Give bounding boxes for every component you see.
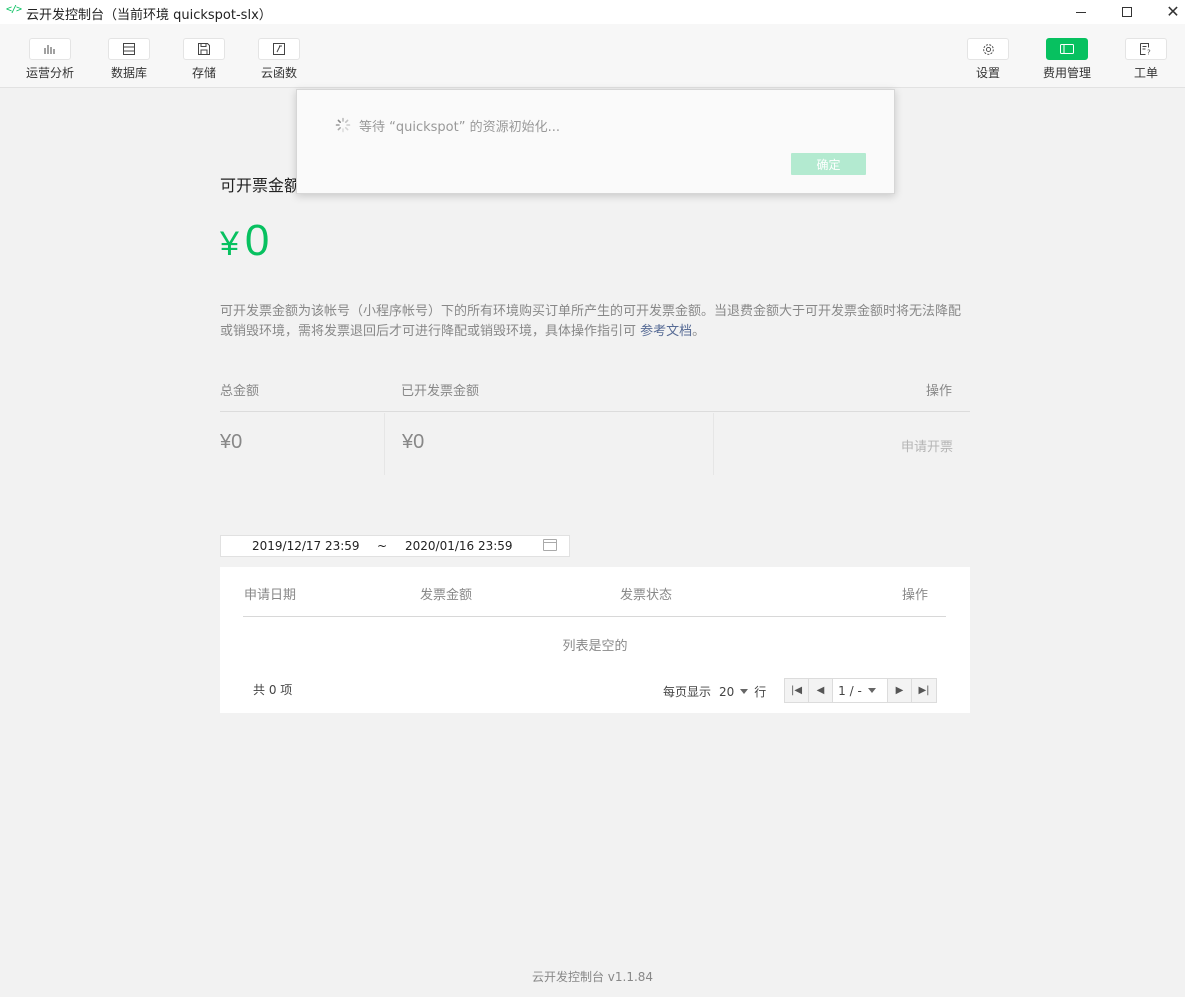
column-divider bbox=[713, 413, 714, 475]
first-page-icon: |◀ bbox=[790, 685, 803, 696]
pagination: |◀ ◀ 1 / - ▶ ▶| bbox=[784, 678, 937, 703]
description-end: 。 bbox=[692, 324, 706, 339]
ticket-icon: ? bbox=[1125, 38, 1167, 60]
storage-icon bbox=[183, 38, 225, 60]
page-size-value[interactable]: 20 bbox=[719, 685, 734, 699]
first-page-button[interactable]: |◀ bbox=[785, 679, 809, 702]
prev-page-icon: ◀ bbox=[816, 685, 825, 696]
invoice-title: 可开票金额 bbox=[220, 176, 301, 195]
empty-list-text: 列表是空的 bbox=[562, 639, 628, 654]
close-button[interactable]: ✕ bbox=[1150, 0, 1185, 24]
app-icon: </> bbox=[6, 4, 22, 15]
column-divider bbox=[384, 413, 385, 475]
billing-icon bbox=[1046, 38, 1088, 60]
init-dialog: 等待 “quickspot” 的资源初始化... 确定 bbox=[296, 89, 895, 194]
last-page-icon: ▶| bbox=[918, 685, 930, 696]
toolbar-label: 运营分析 bbox=[25, 66, 74, 80]
next-page-button[interactable]: ▶ bbox=[888, 679, 912, 702]
currency-symbol: ¥ bbox=[220, 225, 239, 263]
date-range-picker[interactable]: 2019/12/17 23:59 ~ 2020/01/16 23:59 bbox=[220, 535, 570, 557]
version-footer: 云开发控制台 v1.1.84 bbox=[531, 970, 654, 984]
invoice-list-card: 申请日期 发票金额 发票状态 操作 列表是空的 共 0 项 每页显示 20 行 … bbox=[220, 567, 970, 713]
table-header: 申请日期 发票金额 发票状态 操作 bbox=[243, 567, 946, 617]
summary-header: 总金额 已开发票金额 操作 bbox=[220, 378, 970, 412]
header-status: 发票状态 bbox=[620, 588, 673, 603]
toolbar-label: 云函数 bbox=[260, 66, 297, 80]
close-icon: ✕ bbox=[1166, 2, 1180, 21]
summary-row: ¥0 ¥0 申请开票 bbox=[220, 413, 970, 475]
function-icon bbox=[258, 38, 300, 60]
toolbar-item-database[interactable]: 数据库 bbox=[94, 38, 164, 81]
confirm-button[interactable]: 确定 bbox=[791, 153, 866, 175]
total-count: 共 0 项 bbox=[253, 683, 293, 697]
header-amount: 发票金额 bbox=[420, 588, 473, 603]
maximize-button[interactable] bbox=[1104, 0, 1150, 24]
doc-link[interactable]: 参考文档 bbox=[640, 324, 692, 339]
toolbar-item-analytics[interactable]: 运营分析 bbox=[15, 38, 85, 81]
toolbar-item-cloud-function[interactable]: 云函数 bbox=[244, 38, 314, 81]
header-total: 总金额 bbox=[220, 384, 260, 399]
toolbar-item-storage[interactable]: 存储 bbox=[169, 38, 239, 81]
maximize-icon bbox=[1122, 7, 1132, 17]
bar-chart-icon bbox=[29, 38, 71, 60]
page-number: 1 / - bbox=[838, 683, 862, 698]
rows-label: 行 bbox=[754, 685, 767, 699]
database-icon bbox=[108, 38, 150, 60]
header-action: 操作 bbox=[902, 588, 929, 603]
invoiceable-amount: ¥0 bbox=[220, 216, 269, 266]
toolbar-label: 数据库 bbox=[110, 66, 147, 80]
toolbar-item-billing[interactable]: 费用管理 bbox=[1032, 38, 1102, 81]
start-date[interactable]: 2019/12/17 23:59 bbox=[252, 539, 360, 553]
toolbar-label: 工单 bbox=[1133, 66, 1158, 80]
invoice-description: 可开发票金额为该帐号（小程序帐号）下的所有环境购买订单所产生的可开发票金额。当退… bbox=[220, 302, 970, 342]
page-size-selector: 每页显示 20 行 bbox=[663, 683, 766, 700]
total-amount: ¥0 bbox=[220, 431, 243, 453]
svg-text:?: ? bbox=[1147, 49, 1151, 56]
apply-invoice-button[interactable]: 申请开票 bbox=[901, 436, 953, 455]
header-issued: 已开发票金额 bbox=[401, 384, 480, 399]
minimize-button[interactable] bbox=[1058, 0, 1104, 24]
issued-amount: ¥0 bbox=[402, 431, 425, 453]
end-date[interactable]: 2020/01/16 23:59 bbox=[405, 539, 513, 553]
description-text: 可开发票金额为该帐号（小程序帐号）下的所有环境购买订单所产生的可开发票金额。当退… bbox=[220, 304, 962, 339]
header-action: 操作 bbox=[926, 384, 953, 399]
toolbar-item-ticket[interactable]: ? 工单 bbox=[1111, 38, 1181, 81]
toolbar-label: 设置 bbox=[975, 66, 1000, 80]
loading-spinner-icon bbox=[335, 117, 351, 133]
toolbar: 运营分析 数据库 存储 云函数 设置 费用管理 ? 工单 bbox=[0, 24, 1185, 88]
chevron-down-icon[interactable] bbox=[740, 689, 749, 694]
toolbar-item-settings[interactable]: 设置 bbox=[953, 38, 1023, 81]
window-title: 云开发控制台（当前环境 quickspot-slx） bbox=[26, 8, 272, 23]
dialog-message: 等待 “quickspot” 的资源初始化... bbox=[359, 120, 560, 135]
prev-page-button[interactable]: ◀ bbox=[809, 679, 833, 702]
amount-value: 0 bbox=[244, 216, 270, 265]
minimize-icon bbox=[1076, 11, 1086, 13]
toolbar-label: 存储 bbox=[191, 66, 216, 80]
per-page-label: 每页显示 bbox=[663, 685, 712, 699]
next-page-icon: ▶ bbox=[895, 685, 904, 696]
page-indicator[interactable]: 1 / - bbox=[833, 679, 888, 702]
calendar-icon[interactable] bbox=[543, 539, 557, 551]
gear-icon bbox=[967, 38, 1009, 60]
range-separator: ~ bbox=[377, 539, 388, 553]
header-date: 申请日期 bbox=[244, 588, 297, 603]
toolbar-label: 费用管理 bbox=[1042, 66, 1091, 80]
chevron-down-icon bbox=[867, 688, 876, 693]
last-page-button[interactable]: ▶| bbox=[912, 679, 936, 702]
title-bar: </> 云开发控制台（当前环境 quickspot-slx） ✕ bbox=[0, 0, 1185, 24]
